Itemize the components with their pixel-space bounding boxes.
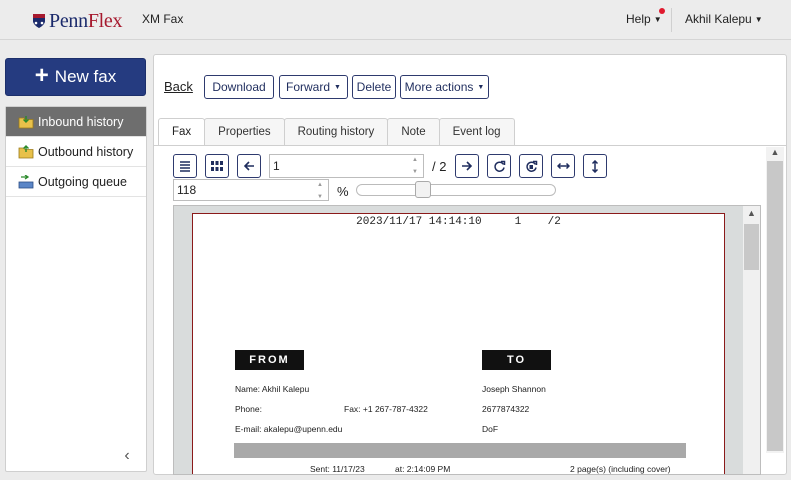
from-fax: Fax: +1 267-787-4322 (344, 404, 428, 414)
rotate-page-button[interactable] (519, 154, 543, 178)
separator-bar (234, 443, 686, 458)
pennflex-logo[interactable]: PennFlex (32, 10, 122, 32)
fax-detail-panel: Back Download Forward ▼ Delete More actio… (153, 54, 787, 475)
download-button[interactable]: Download (204, 75, 274, 99)
page-count: 2 page(s) (including cover) (570, 464, 671, 474)
document-scrollbar[interactable]: ▲ (743, 206, 760, 474)
logo-text: PennFlex (49, 9, 123, 32)
to-org: DoF (482, 424, 499, 434)
arrow-right-icon (462, 161, 473, 171)
grid-icon (211, 161, 223, 171)
new-fax-label: New fax (54, 67, 117, 86)
tab-fax[interactable]: Fax (158, 118, 206, 145)
tab-bar: Fax Properties Routing history Note Even… (158, 118, 515, 145)
caret-down-icon: ▼ (334, 83, 341, 91)
stepper-icon[interactable]: ▲ ▼ (409, 157, 421, 175)
scroll-up-icon[interactable]: ▲ (766, 147, 784, 161)
new-fax-button[interactable]: + New fax (5, 58, 146, 96)
to-phone: 2677874322 (482, 404, 530, 414)
tab-note[interactable]: Note (387, 118, 440, 145)
fit-height-button[interactable] (583, 154, 607, 178)
more-actions-button[interactable]: More actions ▼ (400, 75, 489, 99)
app-title: XM Fax (142, 12, 184, 26)
notification-dot (659, 8, 665, 14)
fit-height-icon (591, 159, 599, 173)
fax-header-line: 2023/11/17 14:14:10 1 /2 (356, 216, 561, 228)
scrollbar-thumb[interactable] (744, 224, 759, 270)
plus-icon: + (34, 62, 49, 89)
sidebar-item-outbound-history[interactable]: Outbound history (6, 137, 146, 167)
zoom-unit: % (337, 184, 349, 199)
tab-divider (154, 145, 786, 146)
top-bar: PennFlex XM Fax Help ▼ Akhil Kalepu ▼ (0, 0, 791, 40)
sent-time: at: 2:14:09 PM (395, 464, 451, 474)
from-name: Name: Akhil Kalepu (235, 384, 310, 394)
to-name: Joseph Shannon (482, 384, 546, 394)
stepper-icon[interactable]: ▲ ▼ (314, 182, 326, 200)
header-divider (671, 8, 672, 32)
previous-page-button[interactable] (237, 154, 261, 178)
page-number-value: 1 (273, 159, 280, 173)
rotate-clockwise-button[interactable] (487, 154, 511, 178)
to-label: TO (482, 350, 551, 370)
penn-shield-icon (33, 14, 45, 28)
from-email: E-mail: akalepu@upenn.edu (235, 424, 343, 434)
list-icon (180, 161, 190, 172)
tab-event-log[interactable]: Event log (438, 118, 515, 145)
panel-scrollbar[interactable]: ▲ (766, 147, 784, 453)
fit-width-button[interactable] (551, 154, 575, 178)
tab-routing-history[interactable]: Routing history (283, 118, 389, 145)
delete-label: Delete (356, 80, 392, 94)
tab-properties[interactable]: Properties (204, 118, 285, 145)
caret-down-icon: ▼ (653, 15, 662, 24)
list-view-button[interactable] (173, 154, 197, 178)
zoom-slider[interactable] (356, 184, 556, 196)
zoom-slider-handle[interactable] (414, 181, 431, 198)
rotate-cw-icon (493, 160, 505, 172)
page-total: / 2 (432, 159, 447, 174)
forward-button[interactable]: Forward ▼ (279, 75, 348, 99)
caret-down-icon: ▼ (754, 15, 763, 24)
forward-label: Forward (286, 80, 331, 94)
user-menu[interactable]: Akhil Kalepu ▼ (685, 12, 763, 26)
back-link[interactable]: Back (164, 79, 193, 94)
queue-tray-icon (18, 174, 34, 188)
rotate-page-icon (525, 160, 537, 172)
sidebar-item-label: Outbound history (38, 144, 134, 159)
sent-date: Sent: 11/17/23 (310, 464, 365, 474)
sidebar-item-label: Outgoing queue (38, 174, 127, 189)
fit-width-icon (556, 162, 570, 170)
sidebar-item-inbound-history[interactable]: Inbound history (6, 107, 146, 137)
zoom-value: 118 (177, 183, 197, 197)
fax-document-viewer[interactable]: 2023/11/17 14:14:10 1 /2 FROM TO Name: A… (173, 205, 761, 475)
scrollbar-thumb[interactable] (767, 161, 783, 451)
help-menu[interactable]: Help ▼ (626, 12, 662, 26)
inbox-folder-icon (18, 115, 34, 128)
page-number-input[interactable]: 1 ▲ ▼ (269, 154, 424, 178)
fax-page: 2023/11/17 14:14:10 1 /2 FROM TO Name: A… (192, 213, 725, 474)
zoom-input[interactable]: 118 ▲ ▼ (173, 179, 329, 201)
download-label: Download (212, 80, 266, 94)
chevron-left-icon[interactable]: ‹ (119, 447, 135, 465)
caret-down-icon: ▼ (477, 83, 485, 91)
sidebar-item-label: Inbound history (38, 114, 124, 129)
outbox-folder-icon (18, 144, 34, 158)
from-phone: Phone: (235, 404, 262, 414)
from-label: FROM (235, 350, 304, 370)
sidebar-item-outgoing-queue[interactable]: Outgoing queue (6, 167, 146, 197)
arrow-left-icon (243, 161, 254, 171)
more-actions-label: More actions (404, 80, 474, 94)
grid-view-button[interactable] (205, 154, 229, 178)
delete-button[interactable]: Delete (352, 75, 396, 99)
next-page-button[interactable] (455, 154, 479, 178)
scroll-up-icon[interactable]: ▲ (743, 208, 760, 218)
sidebar-nav: Inbound history Outbound history Outgoin… (5, 106, 147, 472)
